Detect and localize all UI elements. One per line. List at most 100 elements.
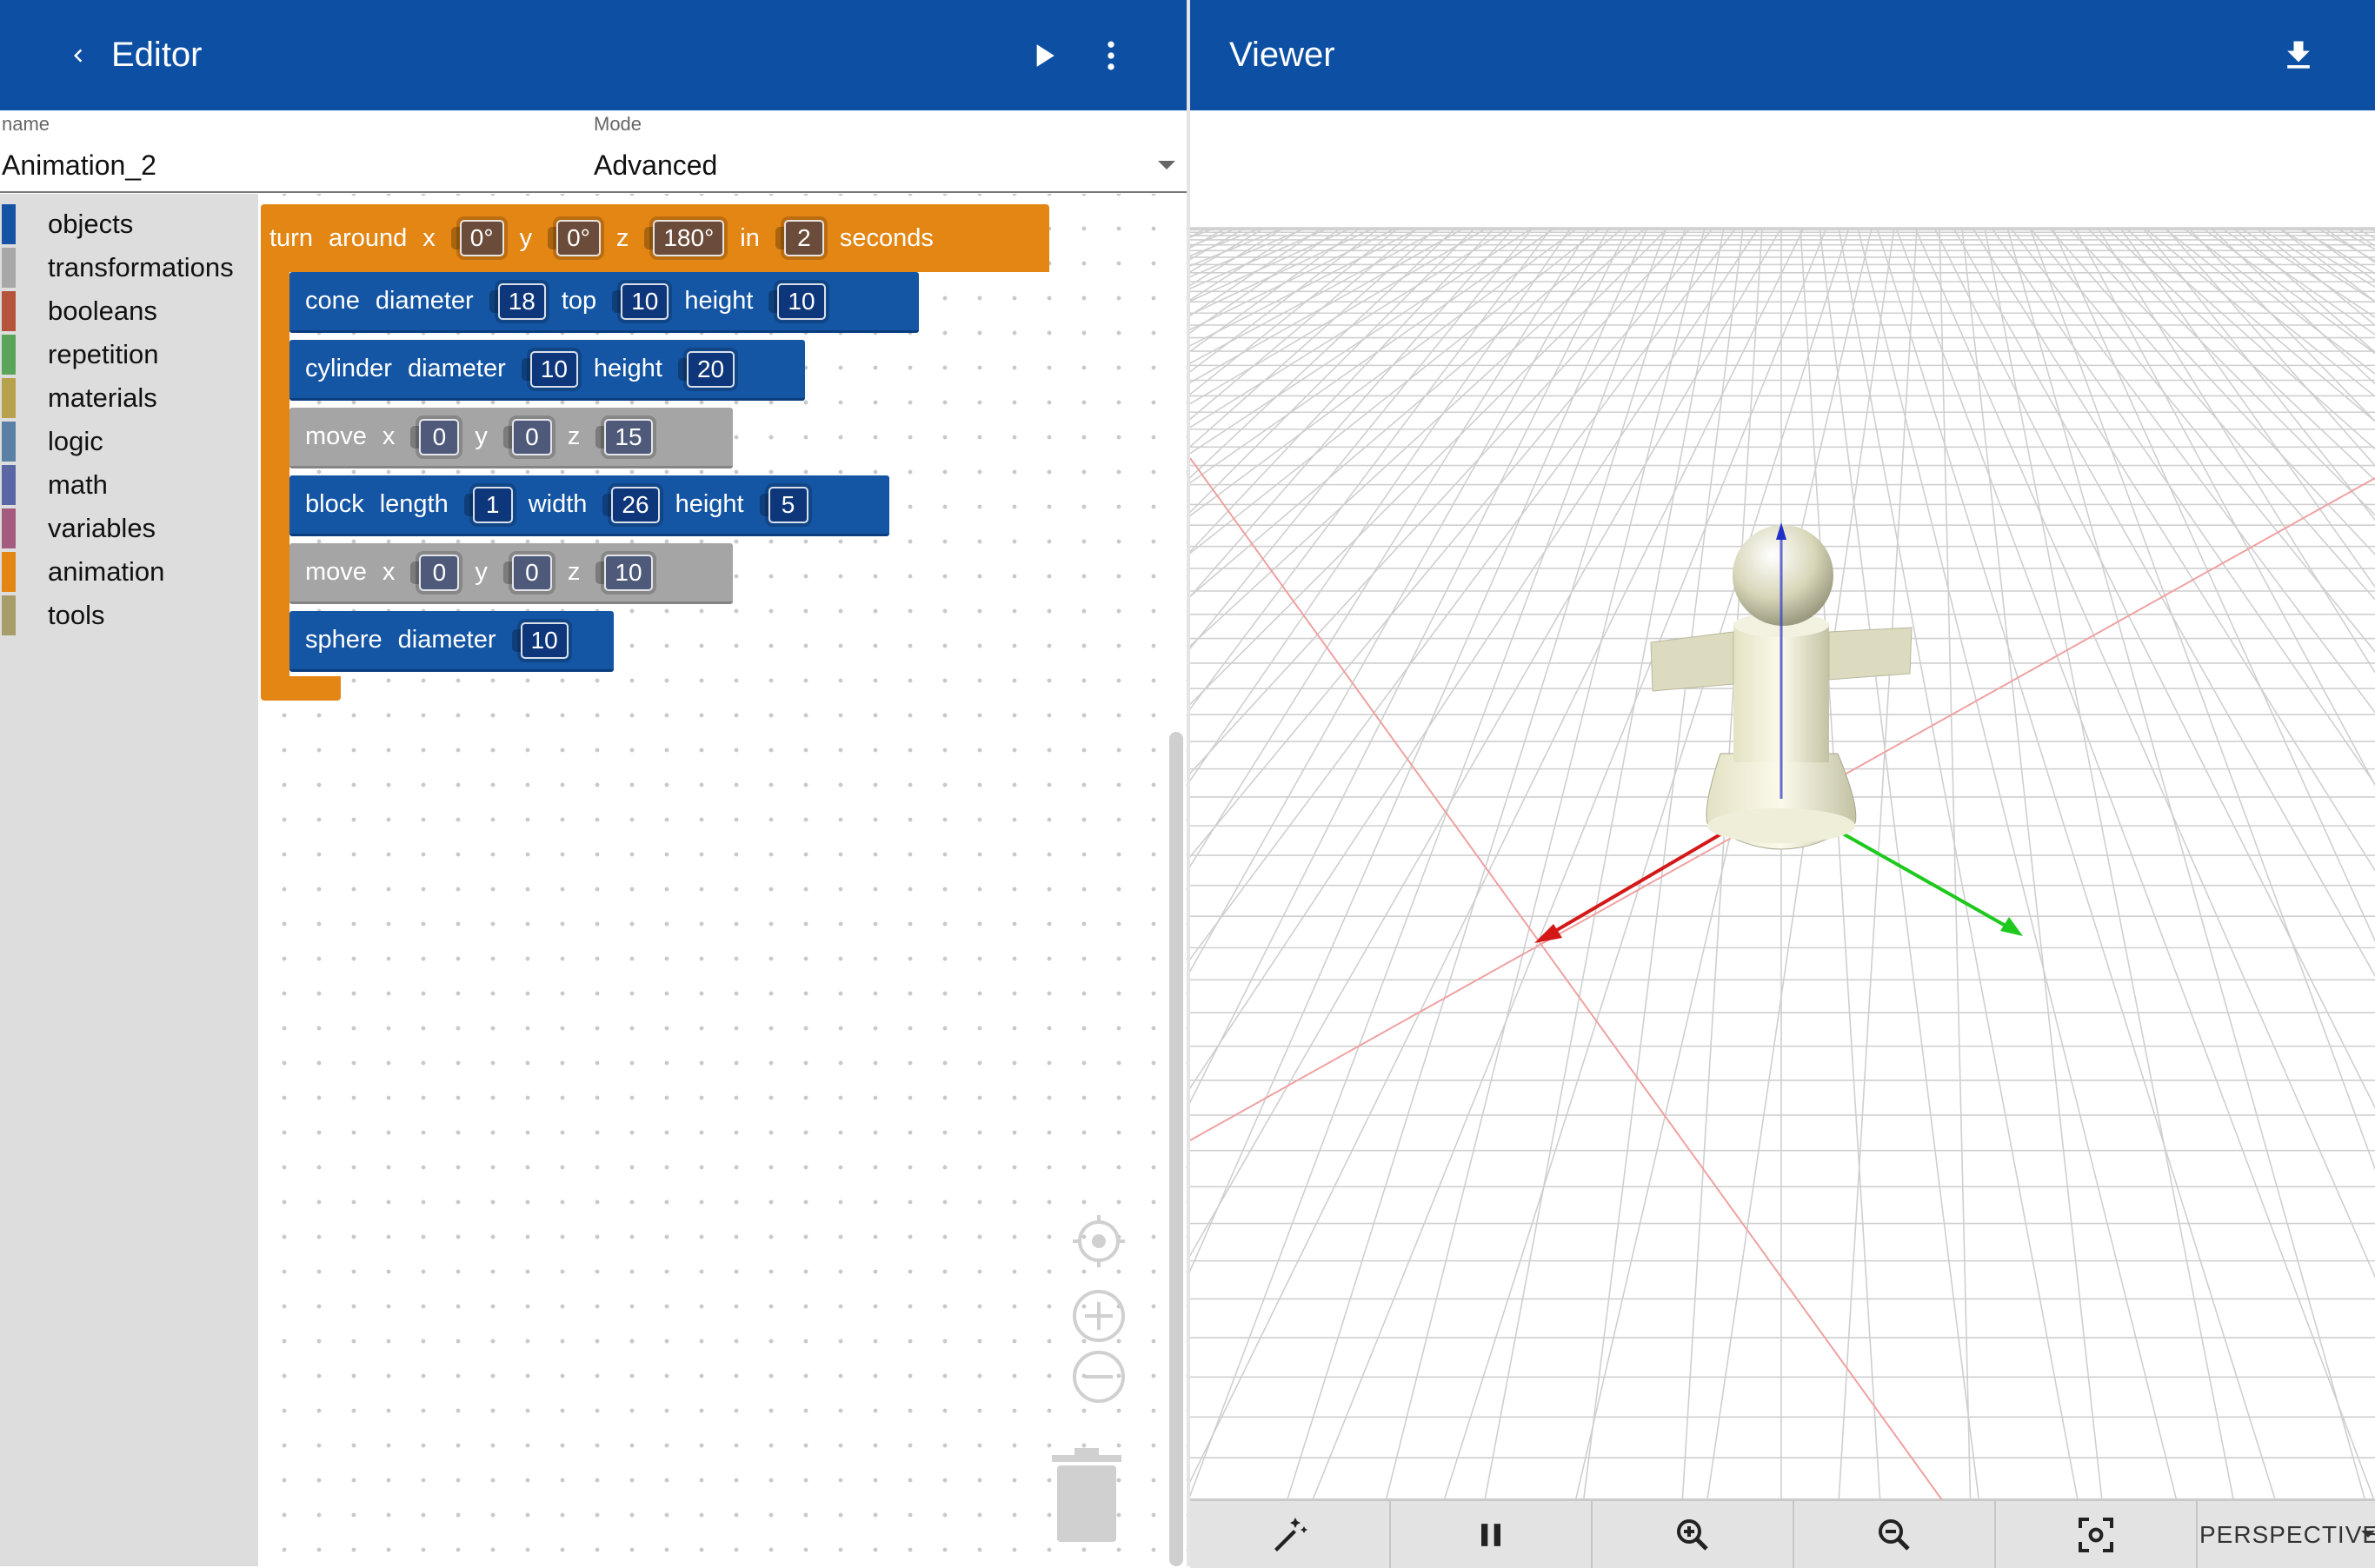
duration-input[interactable]: 2 bbox=[775, 220, 824, 256]
trash-button[interactable] bbox=[1048, 1446, 1125, 1545]
move-block[interactable]: move x 0 y 0 z 10 bbox=[289, 543, 733, 604]
back-button[interactable] bbox=[52, 30, 104, 82]
angle-x-input[interactable]: 0° bbox=[450, 220, 504, 256]
turn-around-block-arm bbox=[261, 272, 289, 676]
move-z-value[interactable]: 10 bbox=[604, 554, 653, 591]
cylinder-height-value[interactable]: 20 bbox=[686, 350, 735, 388]
cylinder-diameter-value[interactable]: 10 bbox=[529, 350, 578, 388]
box-length-input[interactable]: 1 bbox=[463, 486, 513, 523]
box-block[interactable]: block length 1 width 26 height 5 bbox=[289, 475, 889, 536]
workspace-scrollbar[interactable] bbox=[1169, 732, 1183, 1566]
block-field-label: x bbox=[382, 558, 396, 586]
angle-z-input[interactable]: 180° bbox=[644, 220, 725, 256]
toolbox-category-variables[interactable]: variables bbox=[0, 507, 258, 550]
move-y-input[interactable]: 0 bbox=[502, 554, 552, 591]
category-color-swatch bbox=[2, 552, 16, 592]
angle-y-input[interactable]: 0° bbox=[548, 220, 601, 256]
category-color-swatch bbox=[2, 422, 16, 462]
block-keyword: length bbox=[379, 490, 449, 518]
cone-block[interactable]: cone diameter 18 top 10 height 10 bbox=[289, 272, 919, 333]
move-z-input[interactable]: 15 bbox=[595, 418, 653, 455]
viewer-zoom-in-button[interactable] bbox=[1593, 1501, 1794, 1568]
move-x-input[interactable]: 0 bbox=[410, 554, 460, 591]
mode-select-value[interactable]: Advanced bbox=[594, 149, 717, 182]
cone-diameter-input[interactable]: 18 bbox=[489, 282, 546, 320]
toolbox-category-objects[interactable]: objects bbox=[0, 203, 258, 246]
toolbox-category-label: logic bbox=[48, 426, 103, 456]
block-keyword: sphere bbox=[305, 626, 383, 654]
download-button[interactable] bbox=[2272, 30, 2325, 82]
block-keyword: cone bbox=[305, 287, 360, 315]
category-color-swatch bbox=[2, 335, 16, 375]
toolbox-category-math[interactable]: math bbox=[0, 463, 258, 507]
workspace-zoom-out-button[interactable] bbox=[1071, 1349, 1127, 1405]
cone-diameter-value[interactable]: 18 bbox=[497, 282, 546, 320]
magic-wand-button[interactable] bbox=[1190, 1501, 1391, 1568]
move-z-input[interactable]: 10 bbox=[595, 554, 653, 591]
move-x-value[interactable]: 0 bbox=[419, 418, 460, 455]
camera-mode-value: PERSPECTIVE bbox=[2199, 1520, 2375, 1548]
turn-around-block-fields: turn around x 0° y 0° z 180° in 2 second… bbox=[261, 208, 949, 269]
angle-y-value[interactable]: 0° bbox=[556, 220, 601, 256]
editor-app-bar: Editor bbox=[0, 0, 1187, 110]
block-keyword: turn bbox=[269, 223, 313, 252]
cylinder-diameter-input[interactable]: 10 bbox=[521, 350, 578, 388]
move-x-input[interactable]: 0 bbox=[410, 418, 460, 455]
toolbox-category-transformations[interactable]: transformations bbox=[0, 246, 258, 289]
angle-z-value[interactable]: 180° bbox=[653, 220, 725, 256]
pause-icon bbox=[1481, 1523, 1500, 1546]
toolbox-category-logic[interactable]: logic bbox=[0, 420, 258, 463]
run-button[interactable] bbox=[1017, 30, 1069, 82]
toolbox-category-tools[interactable]: tools bbox=[0, 594, 258, 637]
move-y-input[interactable]: 0 bbox=[502, 418, 552, 455]
block-field-label: width bbox=[528, 490, 588, 518]
toolbox-category-label: objects bbox=[48, 209, 134, 239]
box-width-value[interactable]: 26 bbox=[611, 486, 660, 523]
sphere-diameter-input[interactable]: 10 bbox=[511, 621, 569, 659]
minus-circle-icon bbox=[1073, 1351, 1125, 1403]
cylinder-block[interactable]: cylinder diameter 10 height 20 bbox=[289, 340, 805, 401]
zoom-in-icon bbox=[1677, 1518, 1708, 1551]
block-field-label: z bbox=[615, 223, 629, 252]
viewer-app-bar: Viewer bbox=[1190, 0, 2375, 110]
category-color-swatch bbox=[2, 595, 16, 635]
more-options-button[interactable] bbox=[1085, 30, 1137, 82]
move-y-value[interactable]: 0 bbox=[511, 418, 552, 455]
category-color-swatch bbox=[2, 508, 16, 548]
block-keyword: diameter bbox=[375, 287, 474, 315]
move-x-value[interactable]: 0 bbox=[419, 554, 460, 591]
box-width-input[interactable]: 26 bbox=[602, 486, 660, 523]
toolbox-category-repetition[interactable]: repetition bbox=[0, 333, 258, 376]
sphere-diameter-value[interactable]: 10 bbox=[520, 621, 569, 659]
toolbox-category-label: materials bbox=[48, 382, 157, 413]
name-field-value[interactable]: Animation_2 bbox=[2, 149, 156, 182]
toolbox-category-animation[interactable]: animation bbox=[0, 550, 258, 594]
workspace-zoom-in-button[interactable] bbox=[1071, 1288, 1127, 1344]
center-workspace-button[interactable] bbox=[1071, 1213, 1127, 1269]
move-y-value[interactable]: 0 bbox=[511, 554, 552, 591]
box-height-value[interactable]: 5 bbox=[768, 486, 808, 523]
duration-value[interactable]: 2 bbox=[783, 220, 824, 256]
fit-view-button[interactable] bbox=[1996, 1501, 2198, 1568]
angle-x-value[interactable]: 0° bbox=[459, 220, 504, 256]
toolbox-category-label: tools bbox=[48, 600, 105, 630]
cone-top-input[interactable]: 10 bbox=[612, 282, 669, 320]
cone-height-value[interactable]: 10 bbox=[777, 282, 826, 320]
viewer-zoom-out-button[interactable] bbox=[1794, 1501, 1996, 1568]
block-field-label: z bbox=[567, 422, 581, 450]
toolbox-category-materials[interactable]: materials bbox=[0, 376, 258, 420]
cone-height-input[interactable]: 10 bbox=[768, 282, 826, 320]
cone-top-value[interactable]: 10 bbox=[621, 282, 669, 320]
move-z-value[interactable]: 15 bbox=[604, 418, 653, 455]
dropdown-arrow-icon[interactable] bbox=[1156, 159, 1177, 171]
block-field-label: z bbox=[567, 558, 581, 586]
box-height-input[interactable]: 5 bbox=[759, 486, 808, 523]
box-length-value[interactable]: 1 bbox=[472, 486, 513, 523]
pause-button[interactable] bbox=[1391, 1501, 1593, 1568]
3d-viewport[interactable] bbox=[1190, 110, 2375, 1566]
move-block[interactable]: move x 0 y 0 z 15 bbox=[289, 408, 733, 468]
camera-mode-select[interactable]: PERSPECTIVE bbox=[2198, 1501, 2375, 1568]
toolbox-category-booleans[interactable]: booleans bbox=[0, 289, 258, 333]
cylinder-height-input[interactable]: 20 bbox=[677, 350, 735, 388]
sphere-block[interactable]: sphere diameter 10 bbox=[289, 611, 614, 672]
